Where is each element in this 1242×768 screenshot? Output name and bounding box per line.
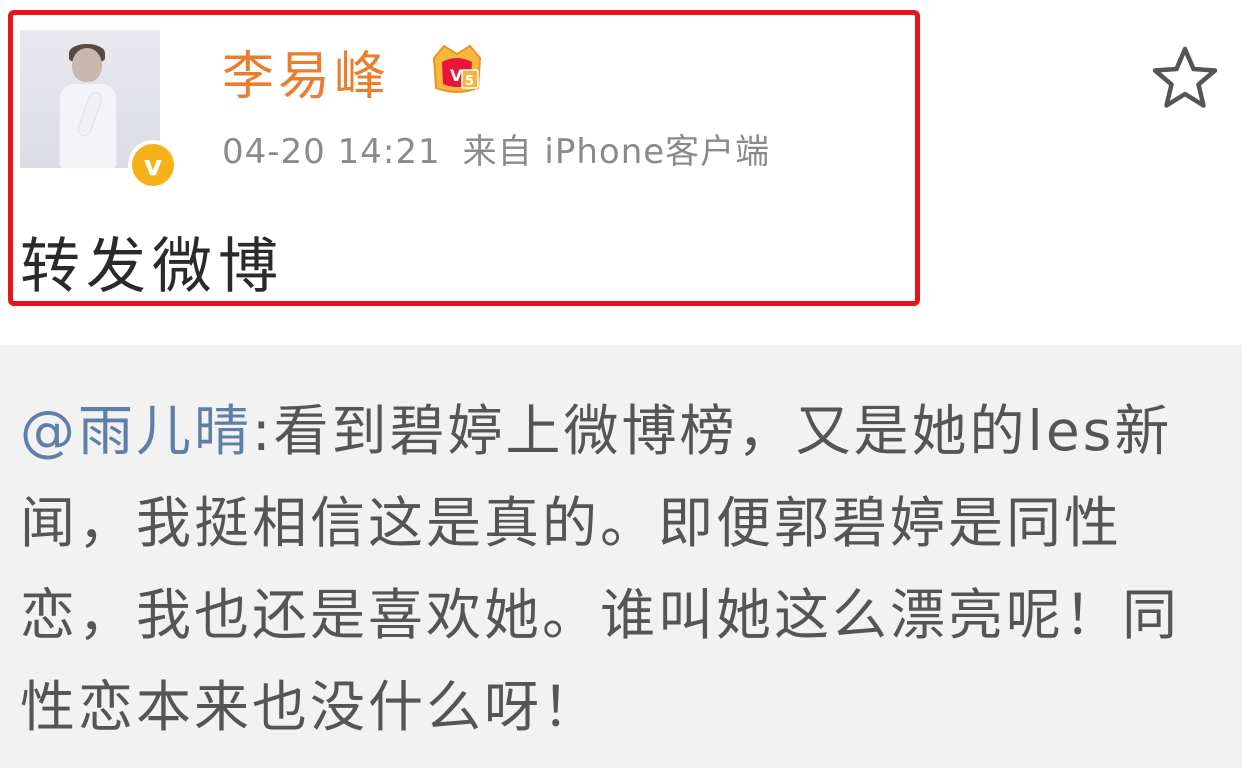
svg-text:V: V [450, 66, 463, 85]
star-outline-icon[interactable] [1150, 44, 1220, 110]
post-meta: 04-20 14:21 来自 iPhone客户端 [222, 124, 770, 173]
post-text: 转发微博 [20, 232, 284, 302]
vip-crown-icon: V 5 [432, 44, 482, 93]
svg-text:5: 5 [465, 74, 474, 89]
verified-v-icon: v [128, 140, 178, 190]
mention-link[interactable]: @雨儿晴 [20, 399, 252, 463]
retweeted-post[interactable]: @雨儿晴:看到碧婷上微博榜，又是她的les新闻，我挺相信这是真的。即便郭碧婷是同… [0, 345, 1242, 768]
original-post: v 李易峰 V 5 04-20 14:21 来自 iPhone客户端 转发微博 [0, 0, 1242, 345]
post-time[interactable]: 04-20 14:21 [222, 132, 441, 172]
retweet-text: @雨儿晴:看到碧婷上微博榜，又是她的les新闻，我挺相信这是真的。即便郭碧婷是同… [20, 385, 1230, 753]
post-source: 来自 iPhone客户端 [462, 132, 771, 172]
username[interactable]: 李易峰 [222, 34, 390, 109]
